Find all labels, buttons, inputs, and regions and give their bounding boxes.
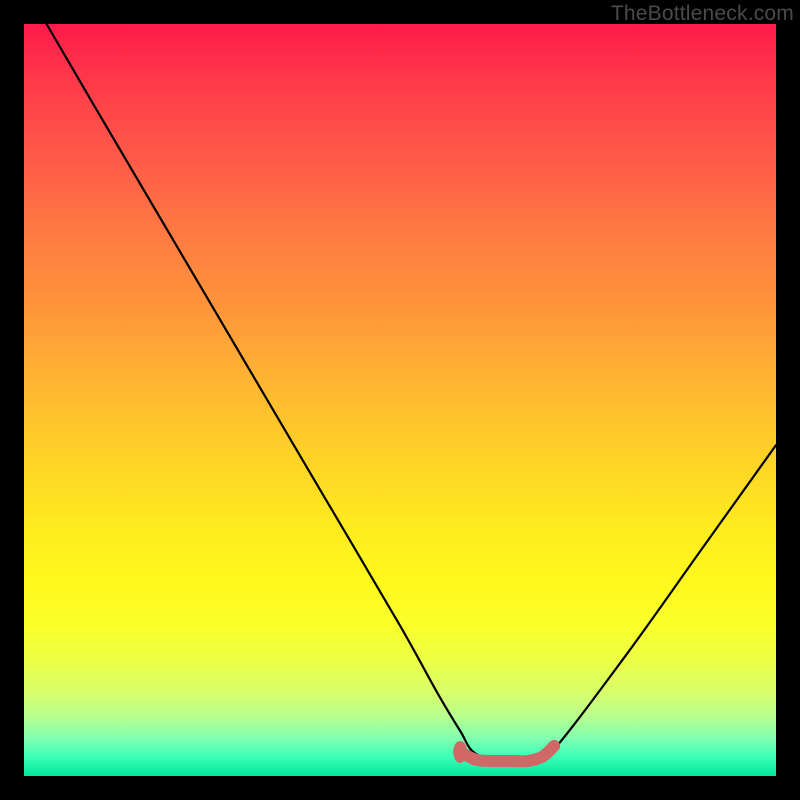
plot-area	[24, 24, 776, 776]
highlight-marker	[453, 741, 467, 763]
chart-frame: TheBottleneck.com	[0, 0, 800, 800]
chart-svg	[24, 24, 776, 776]
bottleneck-curve-path	[47, 24, 776, 763]
highlight-segment-path	[460, 746, 554, 761]
watermark-text: TheBottleneck.com	[611, 2, 794, 26]
